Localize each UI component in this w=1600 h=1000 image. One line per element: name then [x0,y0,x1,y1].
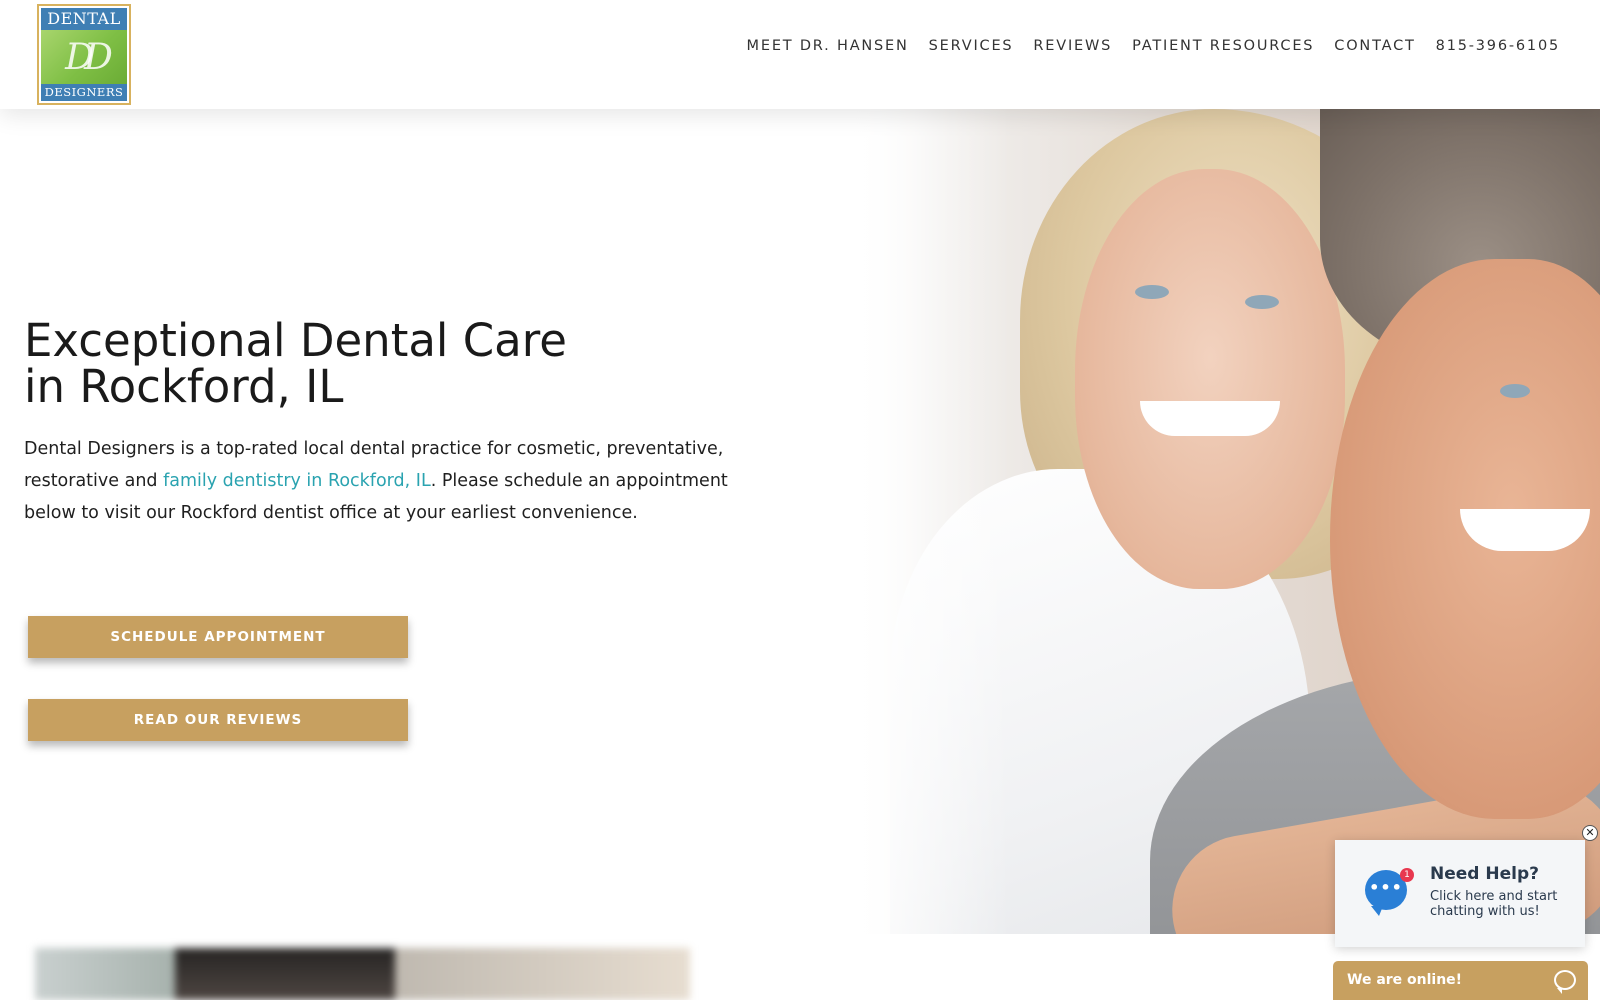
hero-couple-photo [850,109,1600,934]
chat-help-popup[interactable]: ••• 1 Need Help? Click here and start ch… [1335,840,1585,947]
logo-monogram: DD [65,36,113,78]
logo-bottom-text: DESIGNERS [41,84,127,101]
schedule-appointment-button[interactable]: SCHEDULE APPOINTMENT [28,616,408,658]
photo-man-eye [1500,384,1530,398]
photo-woman-smile [1140,401,1280,436]
family-dentistry-link[interactable]: family dentistry in Rockford, IL [163,471,431,491]
logo-top-text: DENTAL [41,8,127,30]
chat-online-bar[interactable]: We are online! [1333,961,1588,1000]
nav-item-patient-resources[interactable]: PATIENT RESOURCES [1122,38,1324,54]
read-reviews-button[interactable]: READ OUR REVIEWS [28,699,408,741]
strip-segment [395,948,690,1000]
nav-item-services[interactable]: SERVICES [919,38,1024,54]
blurred-image-strip [35,948,690,1000]
dental-designers-logo[interactable]: DENTAL DD DESIGNERS [37,4,131,105]
nav-item-reviews[interactable]: REVIEWS [1023,38,1122,54]
chat-heading: Need Help? [1430,864,1539,884]
hero-title: Exceptional Dental Care in Rockford, IL [24,318,567,410]
logo-inner: DENTAL DD DESIGNERS [41,8,127,101]
strip-segment [35,948,175,1000]
site-header: DENTAL DD DESIGNERS MEET DR. HANSEN SERV… [0,0,1600,109]
chat-bar-label: We are online! [1347,972,1463,988]
nav-item-meet-dr-hansen[interactable]: MEET DR. HANSEN [737,38,919,54]
logo-monogram-panel: DD [41,30,127,84]
speech-bubble-icon [1554,970,1576,994]
main-nav: MEET DR. HANSEN SERVICES REVIEWS PATIENT… [737,38,1570,54]
photo-woman-face [1075,169,1345,589]
nav-item-contact[interactable]: CONTACT [1324,38,1425,54]
chat-subtext: Click here and start chatting with us! [1430,889,1558,919]
chat-notification-badge: 1 [1400,868,1414,882]
strip-segment [175,948,395,1000]
photo-woman-eye [1135,285,1169,299]
chat-close-icon[interactable]: ✕ [1582,825,1598,841]
photo-woman-eye [1245,295,1279,309]
hero-title-line2: in Rockford, IL [24,360,344,413]
nav-item-phone[interactable]: 815-396-6105 [1426,38,1570,54]
hero-description: Dental Designers is a top-rated local de… [24,433,759,529]
photo-fade-overlay [850,109,1010,934]
